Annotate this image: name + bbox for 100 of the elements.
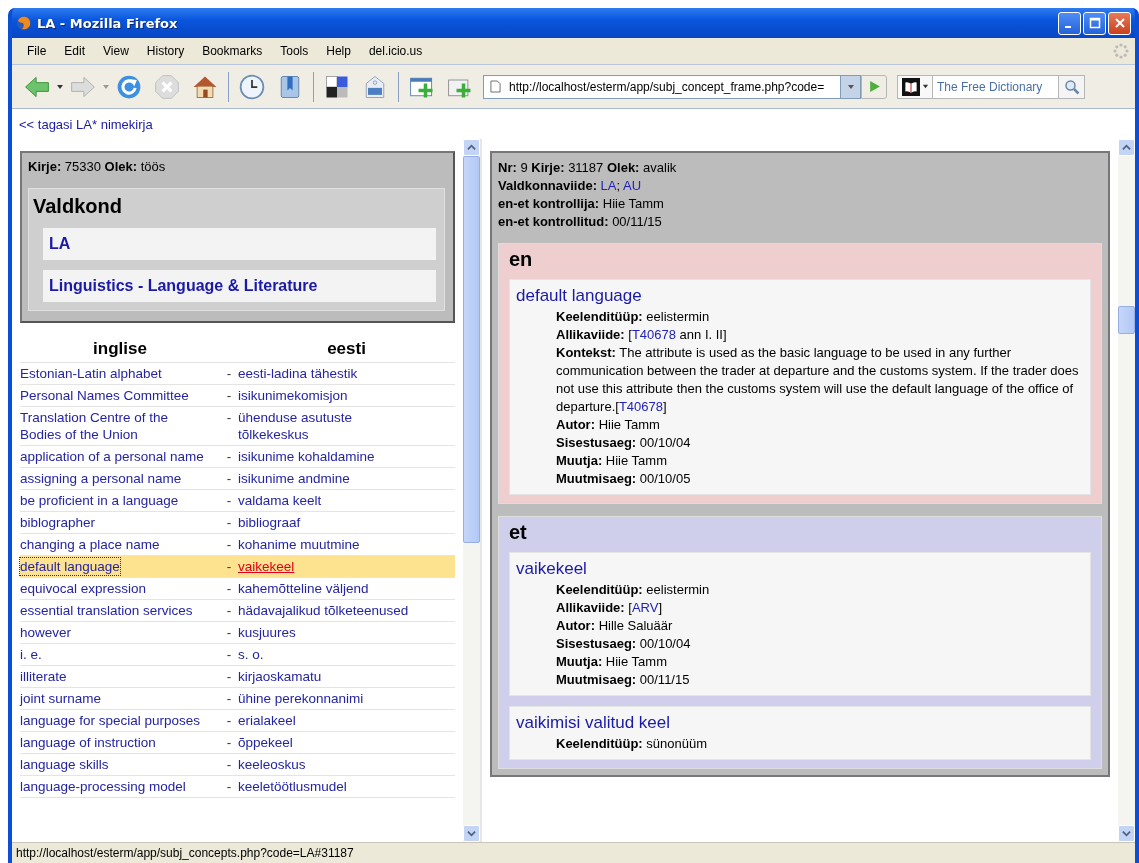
record-info: Kirje: 75330 Olek: töös <box>28 159 167 174</box>
term-link[interactable]: isikunime andmine <box>238 470 350 487</box>
domain-heading: Valdkond <box>33 195 123 218</box>
term-link[interactable]: hädavajalikud tõlketeenused <box>238 602 409 619</box>
term-link[interactable]: vaikekeel <box>516 559 587 579</box>
term-link[interactable]: eesti-ladina tähestik <box>238 365 358 382</box>
reference-link[interactable]: LA <box>600 178 617 193</box>
search-field[interactable]: The Free Dictionary <box>933 74 1059 99</box>
term-link[interactable]: kirjaoskamatu <box>238 668 322 685</box>
separator-dash: - <box>226 581 232 596</box>
domain-link[interactable]: LA <box>43 228 436 260</box>
term-link[interactable]: equivocal expression <box>20 580 147 597</box>
term-link[interactable]: be proficient in a language <box>20 492 179 509</box>
close-button[interactable] <box>1108 11 1131 35</box>
concept-info: en-et kontrollija: Hiie Tamm <box>498 195 665 213</box>
caret-icon[interactable] <box>56 82 64 91</box>
term-link[interactable]: joint surname <box>20 690 102 707</box>
scroll-thumb[interactable] <box>1118 306 1135 334</box>
term-link[interactable]: language for special purposes <box>20 712 201 729</box>
go-button[interactable] <box>861 74 887 99</box>
scroll-up-button[interactable] <box>1118 139 1135 156</box>
scroll-thumb[interactable] <box>463 156 480 543</box>
term-link[interactable]: essential translation services <box>20 602 193 619</box>
clock-icon[interactable] <box>238 72 266 101</box>
concept-info: Valdkonnaviide: LA; AU <box>498 177 643 195</box>
term-link[interactable]: language of instruction <box>20 734 156 751</box>
separator-dash: - <box>226 779 232 794</box>
menu-item[interactable]: File <box>18 44 56 58</box>
term-link[interactable]: biblographer <box>20 514 96 531</box>
menu-item[interactable]: History <box>137 44 194 58</box>
term-link[interactable]: keeletöötlusmudel <box>238 778 347 795</box>
search-button[interactable] <box>1059 74 1085 99</box>
menu-item[interactable]: View <box>94 44 138 58</box>
term-field: Muutja: Hiie Tamm <box>516 653 1080 671</box>
menu-item[interactable]: Help <box>317 44 360 58</box>
term-link[interactable]: changing a place name <box>20 536 160 553</box>
menu-item[interactable]: Bookmarks <box>193 44 272 58</box>
scroll-down-button[interactable] <box>1118 825 1135 842</box>
maximize-icon <box>1088 17 1101 29</box>
scrollbar[interactable] <box>463 139 480 842</box>
concept-info: Nr: 9 Kirje: 31187 Olek: avalik <box>498 159 678 177</box>
separator-dash: - <box>226 493 232 508</box>
term-field: Keelenditüüp: eelistermin <box>516 308 1080 326</box>
term-link[interactable]: default language <box>516 286 642 306</box>
term-link[interactable]: Personal Names Committee <box>20 387 189 404</box>
term-link[interactable]: bibliograaf <box>238 514 301 531</box>
language-heading: en <box>509 248 534 271</box>
separator-dash: - <box>226 449 232 464</box>
term-link[interactable]: language skills <box>20 756 109 773</box>
term-link[interactable]: vaikekeel <box>238 558 295 575</box>
column-header: inglise <box>20 337 220 363</box>
scroll-up-button[interactable] <box>463 139 480 156</box>
book-icon <box>901 77 920 96</box>
minimize-button[interactable] <box>1058 11 1081 35</box>
term-link[interactable]: valdama keelt <box>238 492 322 509</box>
term-link[interactable]: Estonian-Latin alphabet <box>20 365 162 382</box>
search-engine-button[interactable] <box>897 74 933 99</box>
term-link[interactable]: isikunimekomisjon <box>238 387 348 404</box>
language-heading: et <box>509 521 528 544</box>
address-field[interactable]: http://localhost/esterm/app/subj_concept_frame.php?code= <box>483 74 841 99</box>
term-link[interactable]: ühine perekonnanimi <box>238 690 364 707</box>
term-link[interactable]: i. e. <box>20 646 42 663</box>
term-link[interactable]: vaikimisi valitud keel <box>516 713 670 733</box>
dropdown-button[interactable] <box>841 74 861 99</box>
chevron-up-icon <box>467 143 476 152</box>
reference-link[interactable]: T40678 <box>618 399 663 414</box>
separator-dash: - <box>226 366 232 381</box>
term-link[interactable]: kusjuures <box>238 624 296 641</box>
maximize-button[interactable] <box>1083 11 1106 35</box>
term-link[interactable]: assigning a personal name <box>20 470 182 487</box>
term-link[interactable]: isikunime kohaldamine <box>238 448 375 465</box>
menu-item[interactable]: del.icio.us <box>359 44 432 58</box>
domain-link[interactable]: Linguistics - Language & Literature <box>43 270 436 302</box>
term-link[interactable]: Translation Centre of the Bodies of the Union <box>20 409 169 443</box>
term-field: Allikaviide: [ARV] <box>516 599 1080 617</box>
play-arrow-icon <box>867 80 881 93</box>
term-link[interactable]: keeleoskus <box>238 756 306 773</box>
term-field: Kontekst: The attribute is used as the basic language to be used in any further communication between the trader at departure and the customs system. If the trader does not use this attribute then the customs system will use the default language of the office of departure.[T40678] <box>516 344 1080 416</box>
term-link[interactable]: õppekeel <box>238 734 293 751</box>
scroll-down-button[interactable] <box>463 825 480 842</box>
term-field: Allikaviide: [T40678 ann I. II] <box>516 326 1080 344</box>
back-link[interactable]: << tagasi LA* nimekirja <box>19 117 153 132</box>
menu-item[interactable]: Tools <box>271 44 318 58</box>
term-link[interactable]: illiterate <box>20 668 67 685</box>
term-link[interactable]: application of a personal name <box>20 448 204 465</box>
scrollbar[interactable] <box>1118 139 1135 842</box>
term-link[interactable]: s. o. <box>238 646 264 663</box>
term-link[interactable]: kohanime muutmine <box>238 536 360 553</box>
separator-dash: - <box>226 625 232 640</box>
caret-icon <box>846 82 855 91</box>
term-link[interactable]: however <box>20 624 72 641</box>
term-link[interactable]: ühenduse asutuste tõlkekeskus <box>238 409 353 443</box>
term-link[interactable]: language-processing model <box>20 778 186 795</box>
term-link[interactable]: erialakeel <box>238 712 296 729</box>
menu-item[interactable]: Edit <box>55 44 95 58</box>
separator-dash: - <box>226 515 232 530</box>
column-header: eesti <box>238 337 455 363</box>
reference-link[interactable]: AU <box>623 178 642 193</box>
minimize-icon <box>1064 26 1071 28</box>
term-link[interactable]: kahemõtteline väljend <box>238 580 369 597</box>
